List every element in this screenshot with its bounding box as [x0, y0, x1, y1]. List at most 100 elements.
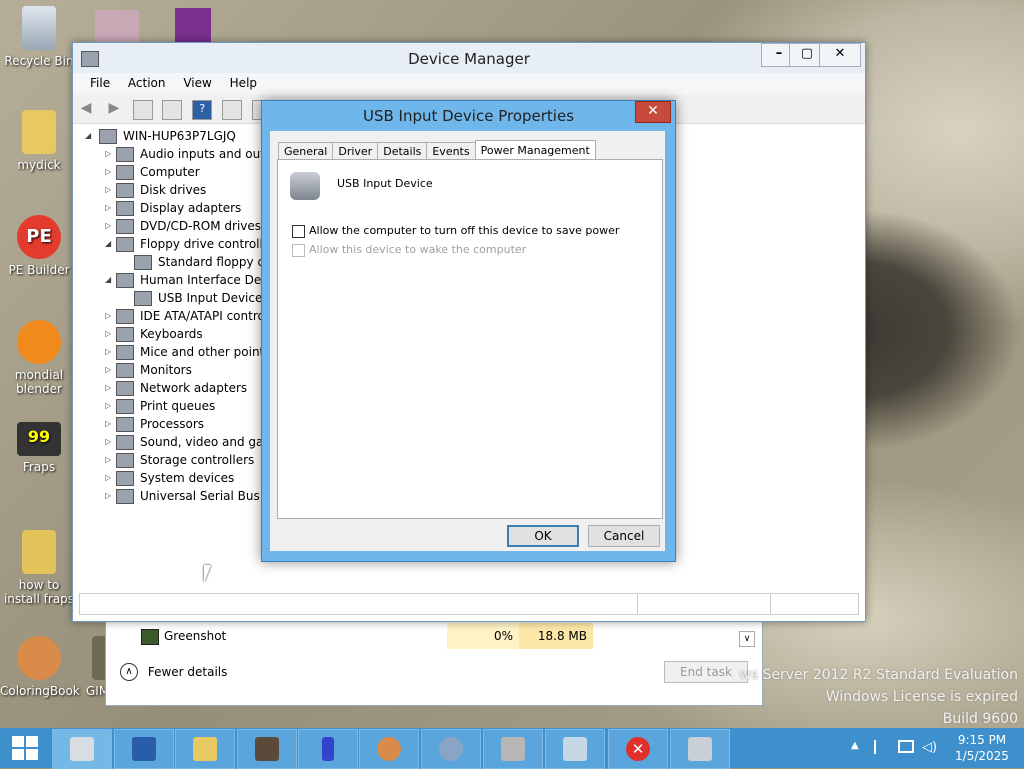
- expand-icon[interactable]: ▷: [105, 199, 115, 217]
- tree-item[interactable]: ▷ Storage controllers: [79, 451, 279, 469]
- dialog-body: General Driver Details Events Power Manageme…: [270, 131, 665, 551]
- power-management-panel: USB Input Device Allow the computer to t…: [277, 159, 663, 519]
- tree-item[interactable]: ▷ Disk drives: [79, 181, 279, 199]
- allow-turn-off-checkbox[interactable]: Allow the computer to turn off this devi…: [292, 224, 619, 238]
- volume-icon[interactable]: ◁): [922, 740, 937, 755]
- menu-action[interactable]: Action: [121, 73, 173, 93]
- taskbar-app-globe[interactable]: [421, 729, 481, 769]
- tree-item[interactable]: ▷ Print queues: [79, 397, 279, 415]
- desktop-icon-blender[interactable]: mondial blender: [0, 320, 78, 396]
- tab-general[interactable]: General: [278, 142, 334, 160]
- tree-item[interactable]: ▷ Network adapters: [79, 379, 279, 397]
- end-task-button[interactable]: End task: [664, 661, 748, 683]
- device-category-icon: [116, 309, 134, 324]
- menu-help[interactable]: Help: [223, 73, 264, 93]
- collapse-icon[interactable]: ◢: [105, 235, 115, 253]
- device-category-icon: [116, 381, 134, 396]
- show-hide-console-tree-icon[interactable]: [132, 100, 153, 120]
- taskbar-app-printer[interactable]: [483, 729, 543, 769]
- desktop-icon-how-to-install-fraps[interactable]: how to install fraps: [0, 530, 78, 606]
- taskbar-file-explorer[interactable]: [175, 729, 235, 769]
- menu-view[interactable]: View: [176, 73, 218, 93]
- process-row[interactable]: Greenshot 0% 18.8 MB ∨: [106, 623, 762, 649]
- fewer-details-button[interactable]: ∧ Fewer details: [120, 663, 227, 681]
- tree-item[interactable]: ▷ Processors: [79, 415, 279, 433]
- tree-item[interactable]: ▷ Sound, video and gam: [79, 433, 279, 451]
- start-button[interactable]: [0, 728, 50, 768]
- taskbar-app-blue[interactable]: [298, 729, 358, 769]
- action-pane-icon[interactable]: [222, 100, 243, 120]
- desktop-icon-pe-builder[interactable]: PE PE Builder: [0, 215, 78, 277]
- flag-icon[interactable]: [874, 740, 890, 754]
- show-hidden-icons-icon[interactable]: ▲: [851, 740, 859, 751]
- tree-item[interactable]: ◢ Human Interface Devic: [79, 271, 279, 289]
- checkbox-box[interactable]: [292, 224, 305, 238]
- network-icon[interactable]: [898, 740, 914, 753]
- tab-power-management[interactable]: Power Management: [474, 140, 596, 161]
- back-icon[interactable]: ◀: [77, 100, 95, 118]
- expand-icon[interactable]: ▷: [105, 163, 115, 181]
- desktop-icon-gimp[interactable]: GIM: [64, 636, 112, 698]
- expand-icon[interactable]: ▷: [105, 397, 115, 415]
- expand-icon[interactable]: ▷: [105, 415, 115, 433]
- tree-item[interactable]: ▷ DVD/CD-ROM drives: [79, 217, 279, 235]
- tab-events[interactable]: Events: [426, 142, 476, 160]
- taskbar-error-app[interactable]: ✕: [608, 729, 668, 769]
- tree-item[interactable]: ▷ Audio inputs and outp: [79, 145, 279, 163]
- desktop-icon-fraps[interactable]: 99 Fraps: [0, 422, 78, 474]
- desktop-image-icon-2[interactable]: [175, 8, 211, 44]
- expand-icon[interactable]: ▷: [105, 217, 115, 235]
- expand-icon[interactable]: ▷: [105, 379, 115, 397]
- help-icon[interactable]: ?: [192, 100, 213, 120]
- tree-item[interactable]: ▷ IDE ATA/ATAPI contro: [79, 307, 279, 325]
- expand-icon[interactable]: ▷: [105, 343, 115, 361]
- taskbar-greenshot[interactable]: [237, 729, 297, 769]
- expand-icon[interactable]: ▷: [105, 469, 115, 487]
- tab-driver[interactable]: Driver: [332, 142, 379, 160]
- taskbar-coloringbook[interactable]: [359, 729, 419, 769]
- desktop-icon-recycle-bin[interactable]: Recycle Bin: [0, 6, 78, 68]
- folder-icon: [22, 110, 56, 154]
- dialog-close-button[interactable]: ✕: [635, 101, 671, 123]
- expand-icon[interactable]: ▷: [105, 487, 115, 505]
- expand-icon[interactable]: ▷: [105, 433, 115, 451]
- tree-item[interactable]: ▷ Computer: [79, 163, 279, 181]
- cancel-button[interactable]: Cancel: [588, 525, 660, 547]
- desktop-image-icon[interactable]: [95, 10, 139, 44]
- device-category-icon: [116, 345, 134, 360]
- tree-item[interactable]: ▷ System devices: [79, 469, 279, 487]
- scroll-down-icon[interactable]: ∨: [739, 631, 755, 647]
- expand-icon[interactable]: ▷: [105, 451, 115, 469]
- ok-button[interactable]: OK: [507, 525, 579, 547]
- menu-file[interactable]: File: [83, 73, 117, 93]
- taskbar-powershell[interactable]: [114, 729, 174, 769]
- tree-item[interactable]: ▷ Universal Serial Bus co: [79, 487, 279, 505]
- tree-item[interactable]: ◢ Floppy drive controller: [79, 235, 279, 253]
- taskbar-task-manager[interactable]: [545, 729, 605, 769]
- clock[interactable]: 9:15 PM 1/5/2025: [950, 732, 1014, 764]
- cpu-cell: 0%: [447, 623, 519, 649]
- tree-item[interactable]: USB Input Device: [79, 289, 279, 307]
- tab-details[interactable]: Details: [377, 142, 428, 160]
- collapse-icon[interactable]: ◢: [105, 271, 115, 289]
- expand-icon[interactable]: ▷: [105, 325, 115, 343]
- close-button[interactable]: ✕: [819, 43, 861, 67]
- expand-icon[interactable]: ▷: [105, 145, 115, 163]
- tree-item[interactable]: Standard floppy dis: [79, 253, 279, 271]
- collapse-icon[interactable]: ◢: [85, 127, 95, 145]
- desktop-icon-mydick[interactable]: mydick: [0, 110, 78, 172]
- expand-icon[interactable]: ▷: [105, 307, 115, 325]
- tree-item[interactable]: ▷ Mice and other pointin: [79, 343, 279, 361]
- taskbar-app-drive[interactable]: [670, 729, 730, 769]
- tree-item[interactable]: ▷ Display adapters: [79, 199, 279, 217]
- tree-item[interactable]: ▷ Keyboards: [79, 325, 279, 343]
- expand-icon[interactable]: ▷: [105, 361, 115, 379]
- forward-icon[interactable]: ▶: [105, 100, 123, 118]
- device-manager-titlebar[interactable]: Device Manager – ▢ ✕: [73, 43, 865, 73]
- tree-root[interactable]: ◢ WIN-HUP63P7LGJQ: [79, 127, 279, 145]
- taskbar-device-manager[interactable]: [52, 729, 112, 769]
- device-category-icon: [116, 273, 134, 288]
- properties-icon[interactable]: [162, 100, 183, 120]
- expand-icon[interactable]: ▷: [105, 181, 115, 199]
- tree-item[interactable]: ▷ Monitors: [79, 361, 279, 379]
